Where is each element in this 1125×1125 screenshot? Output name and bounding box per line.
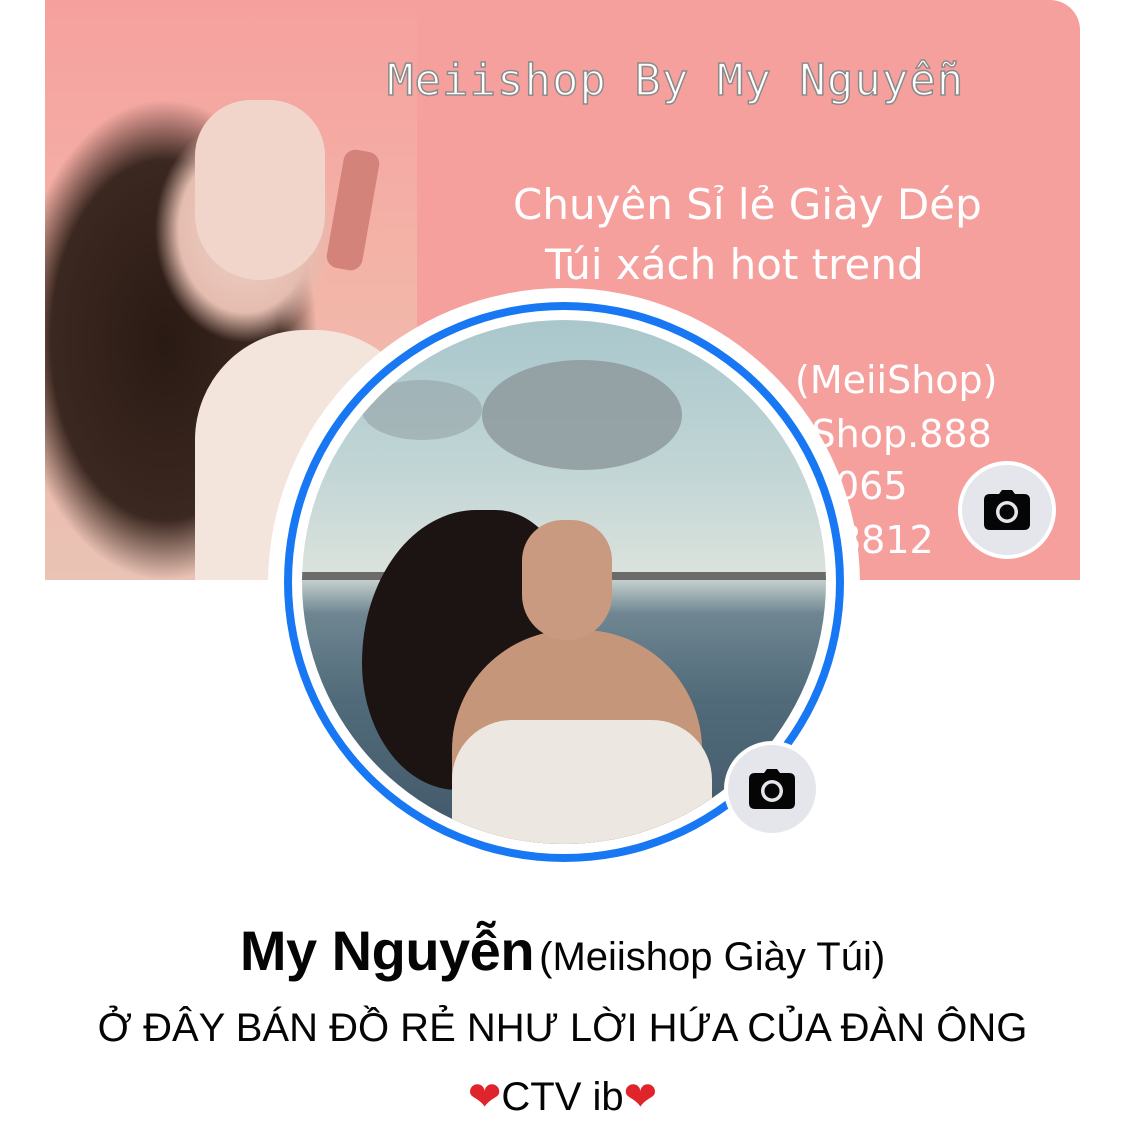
model-head [522, 520, 612, 640]
profile-bio-line-1: Ở ĐÂY BÁN ĐỒ RẺ NHƯ LỜI HỨA CỦA ĐÀN ÔNG [97, 1006, 1028, 1050]
model-dress [452, 720, 712, 844]
edit-profile-picture-button[interactable] [724, 741, 820, 837]
sky-cloud [482, 360, 682, 470]
profile-bio-line-2: ❤CTV ib❤ [0, 1074, 1125, 1120]
cover-shop-title: Meiishop By My Nguyễn [386, 54, 965, 107]
cover-contact-1: (MeiiShop) [795, 358, 998, 402]
camera-icon [749, 769, 795, 809]
heart-icon: ❤ [623, 1075, 658, 1119]
profile-alternate-name: (Meiishop Giày Túi) [539, 935, 886, 979]
cover-lipstick [324, 147, 382, 273]
cover-tagline-1: Chuyên Sỉ lẻ Giày Dép [513, 180, 982, 229]
camera-icon [984, 490, 1030, 530]
edit-cover-photo-button[interactable] [958, 461, 1056, 559]
cover-model-face [195, 100, 325, 280]
cover-contact-2: iShop.888 [801, 412, 992, 456]
profile-bio-text: CTV ib [501, 1075, 624, 1119]
cover-tagline-2: Túi xách hot trend [545, 240, 924, 289]
profile-name-row: My Nguyễn (Meiishop Giày Túi) [0, 918, 1125, 983]
profile-name: My Nguyễn [239, 919, 535, 982]
sky-cloud [362, 380, 482, 440]
heart-icon: ❤ [467, 1075, 502, 1119]
